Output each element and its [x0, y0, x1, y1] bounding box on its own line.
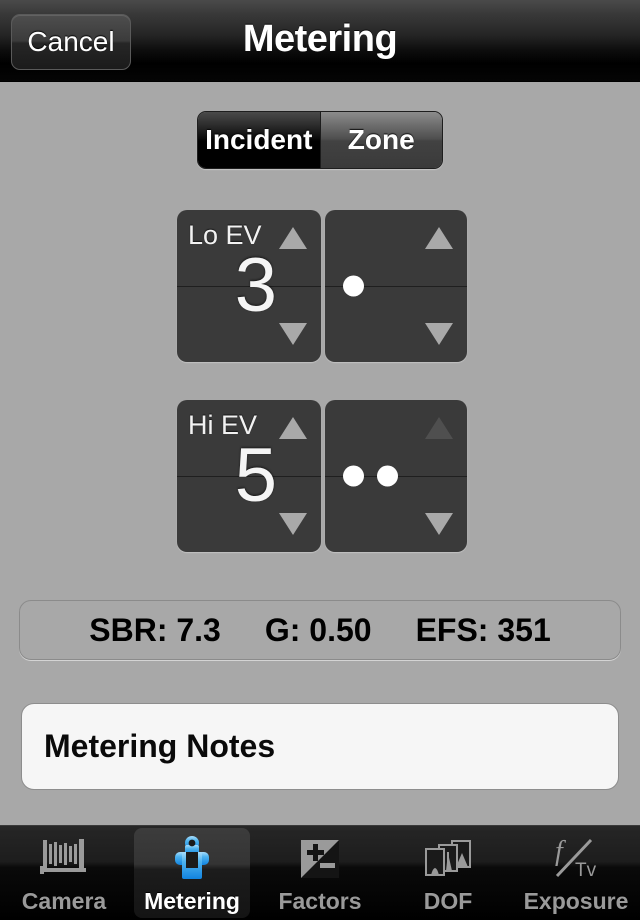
- gamma-value: G: 0.50: [264, 611, 372, 648]
- lo-ev-fraction-arrow-down-icon[interactable]: [425, 323, 453, 345]
- svg-text:Tv: Tv: [575, 860, 597, 881]
- hi-ev-stepper-group: Hi EV 5: [177, 400, 467, 552]
- svg-text:f: f: [555, 836, 566, 867]
- lo-ev-fraction-panel[interactable]: [325, 210, 467, 362]
- metering-notes-text: Metering Notes: [44, 728, 276, 764]
- lo-ev-increment-arrow-up-icon[interactable]: [279, 227, 307, 249]
- segment-incident[interactable]: Incident: [198, 112, 320, 168]
- light-meter-icon: [163, 834, 221, 884]
- tab-bar: Camera Metering Factors DOF f Tv Exposur…: [0, 825, 640, 920]
- lo-ev-whole-panel[interactable]: Lo EV 3: [177, 210, 321, 362]
- hi-ev-value: 5: [234, 433, 277, 518]
- metering-notes-field[interactable]: Metering Notes: [21, 703, 619, 790]
- hi-ev-increment-arrow-up-icon[interactable]: [279, 417, 307, 439]
- tab-camera[interactable]: Camera: [0, 826, 128, 920]
- sbr-value: SBR: 7.3: [89, 611, 221, 648]
- f-over-tv-icon: f Tv: [547, 834, 605, 884]
- metering-results-bar: SBR: 7.3 G: 0.50 EFS: 351: [19, 600, 621, 660]
- navigation-bar: Cancel Metering: [0, 0, 640, 82]
- hi-ev-fraction-arrow-down-icon[interactable]: [425, 513, 453, 535]
- fraction-dot: [377, 465, 398, 487]
- hi-ev-whole-panel[interactable]: Hi EV 5: [177, 400, 321, 552]
- tab-label-metering: Metering: [144, 888, 240, 914]
- efs-value: EFS: 351: [415, 611, 551, 648]
- photo-stack-icon: [419, 834, 477, 884]
- hi-ev-decrement-arrow-down-icon[interactable]: [279, 513, 307, 535]
- segment-zone[interactable]: Zone: [319, 112, 442, 168]
- lo-ev-fraction-dots: [343, 275, 364, 297]
- tab-label-dof: DOF: [423, 888, 473, 914]
- tab-dof[interactable]: DOF: [384, 826, 512, 920]
- tab-factors[interactable]: Factors: [256, 826, 384, 920]
- lo-ev-decrement-arrow-down-icon[interactable]: [279, 323, 307, 345]
- lo-ev-value: 3: [234, 243, 277, 328]
- tab-label-factors: Factors: [278, 888, 362, 914]
- fraction-dot: [343, 275, 364, 297]
- tab-metering[interactable]: Metering: [128, 826, 256, 920]
- hi-ev-fraction-arrow-up-icon[interactable]: [425, 417, 453, 439]
- metering-mode-segmented-control[interactable]: Incident Zone: [197, 111, 443, 169]
- fraction-dot: [343, 465, 364, 487]
- tab-label-camera: Camera: [21, 888, 107, 914]
- plus-minus-icon: [291, 834, 349, 884]
- lo-ev-stepper-group: Lo EV 3: [177, 210, 467, 362]
- tab-exposure[interactable]: f Tv Exposure: [512, 826, 640, 920]
- lo-ev-fraction-arrow-up-icon[interactable]: [425, 227, 453, 249]
- hi-ev-fraction-panel[interactable]: [325, 400, 467, 552]
- page-title: Metering: [242, 18, 398, 60]
- bellows-camera-icon: [35, 834, 93, 884]
- tab-label-exposure: Exposure: [523, 888, 629, 914]
- hi-ev-fraction-dots: [343, 465, 398, 487]
